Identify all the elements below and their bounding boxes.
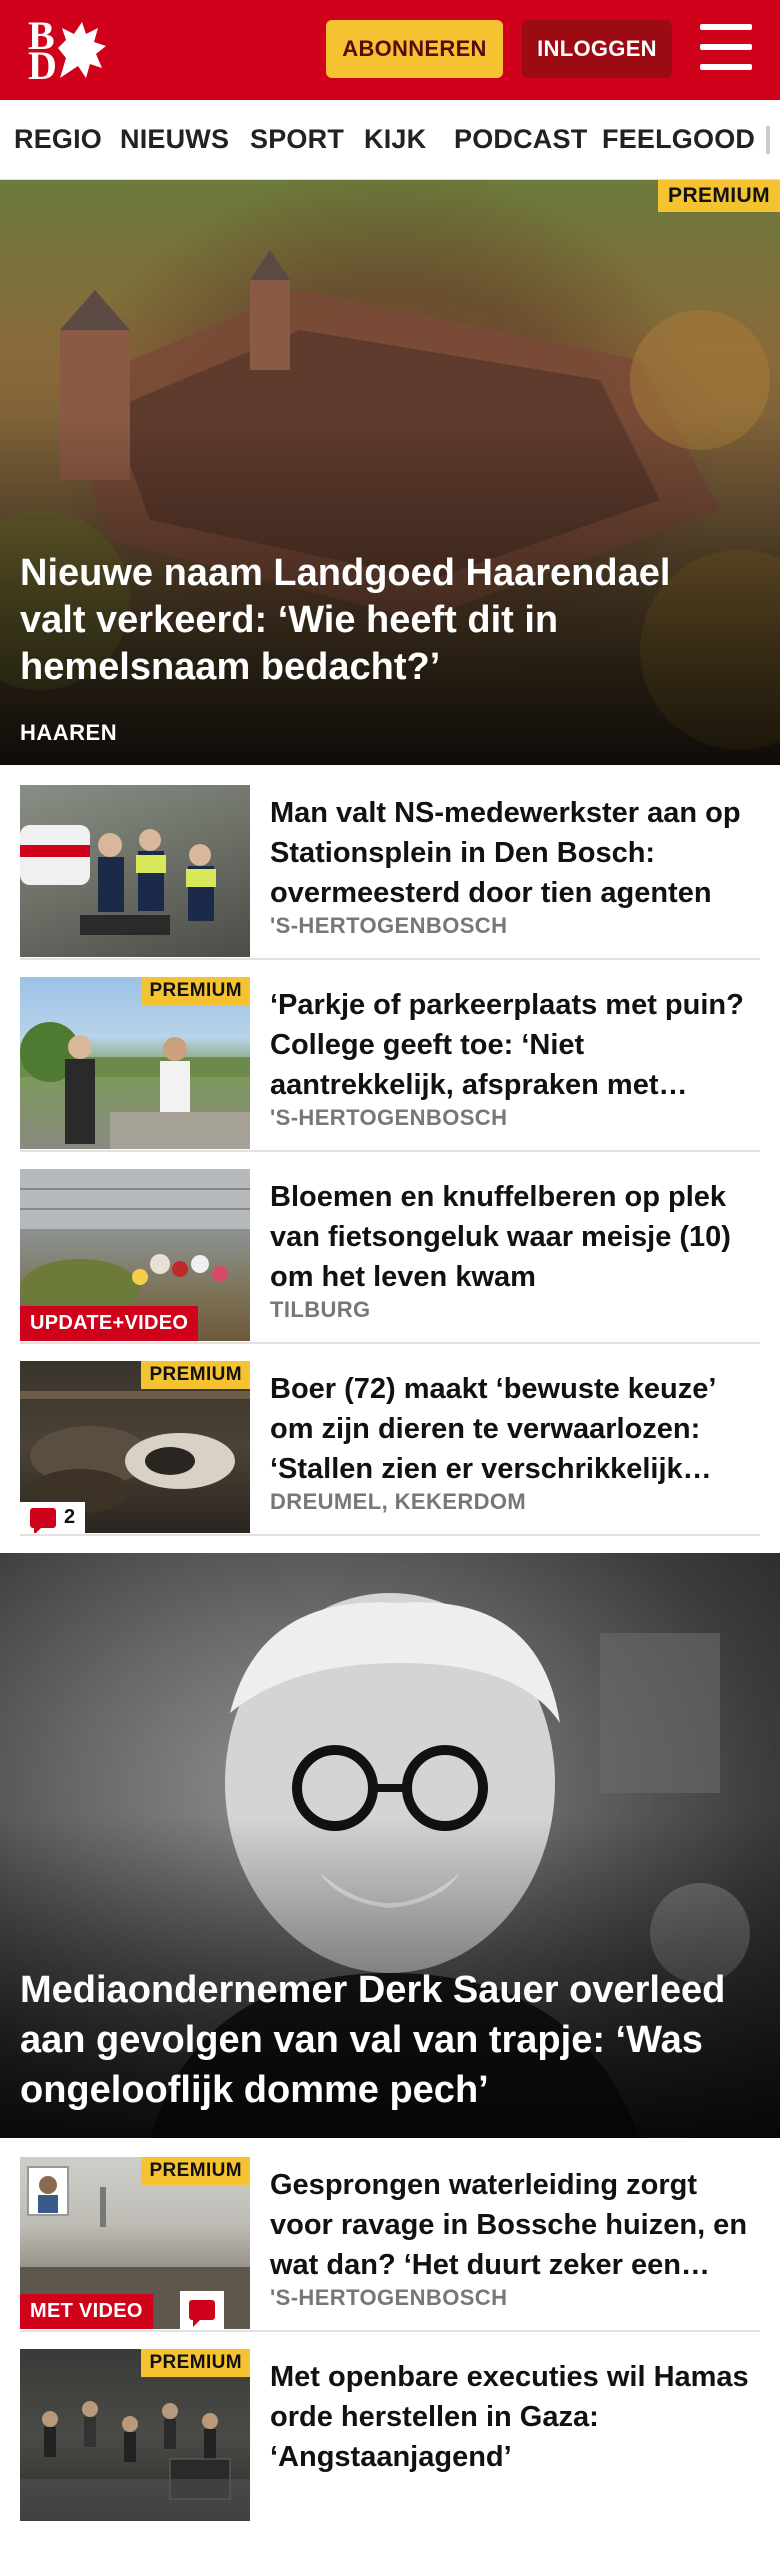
nav-item-podcast[interactable]: PODCAST — [454, 124, 587, 155]
list-item[interactable]: Man valt NS-medewerkster aan op Stations… — [20, 785, 760, 960]
nav-item-sport[interactable]: SPORT — [250, 124, 344, 155]
article-thumbnail: PREMIUM MET VIDEO — [20, 2157, 250, 2329]
article-title[interactable]: Bloemen en knuffelberen op plek van fiet… — [270, 1177, 750, 1297]
bd-logo[interactable]: B D — [26, 16, 116, 86]
list-item[interactable]: PREMIUM ‘Parkje of parkeerplaats met pui… — [20, 977, 760, 1152]
article-title[interactable]: Met openbare executies wil Hamas orde he… — [270, 2357, 750, 2477]
nav-item-kijk[interactable]: KIJK — [364, 124, 426, 155]
comment-count: 2 — [64, 1506, 76, 1528]
article-title[interactable]: ‘Parkje of parkeerplaats met puin? Colle… — [270, 985, 750, 1105]
hero-article[interactable]: Mediaondernemer Derk Sauer overleed aan … — [0, 1553, 780, 2138]
login-button[interactable]: INLOGGEN — [522, 20, 672, 78]
article-location: 'S-HERTOGENBOSCH — [270, 2285, 508, 2310]
premium-badge: PREMIUM — [141, 2157, 250, 2185]
nav-overflow-edge — [766, 126, 770, 154]
section-nav: REGIO NIEUWS SPORT KIJK PODCAST FEELGOOD — [0, 100, 780, 180]
hero-location: HAAREN — [20, 720, 118, 745]
article-thumbnail: UPDATE+VIDEO — [20, 1169, 250, 1341]
nav-item-feelgood[interactable]: FEELGOOD — [602, 124, 755, 155]
menu-icon[interactable] — [700, 24, 752, 70]
article-title[interactable]: Man valt NS-medewerkster aan op Stations… — [270, 793, 750, 913]
article-thumbnail: PREMIUM — [20, 2349, 250, 2521]
site-header: B D ABONNEREN INLOGGEN — [0, 0, 780, 100]
article-title[interactable]: Boer (72) maakt ‘bewuste keuze’ om zijn … — [270, 1369, 750, 1489]
hero-title[interactable]: Nieuwe naam Landgoed Haarendael valt ver… — [20, 550, 740, 691]
article-title[interactable]: Gesprongen waterleiding zorgt voor ravag… — [270, 2165, 750, 2285]
update-video-badge: UPDATE+VIDEO — [20, 1306, 199, 1341]
lion-emblem-icon — [58, 22, 106, 78]
article-thumbnail: PREMIUM — [20, 977, 250, 1149]
met-video-badge: MET VIDEO — [20, 2294, 153, 2329]
article-location: 'S-HERTOGENBOSCH — [270, 1105, 508, 1130]
list-item[interactable]: UPDATE+VIDEO Bloemen en knuffelberen op … — [20, 1169, 760, 1344]
article-location: DREUMEL, KEKERDOM — [270, 1489, 527, 1514]
comment-count-badge[interactable]: 2 — [20, 1502, 86, 1533]
subscribe-button[interactable]: ABONNEREN — [326, 20, 503, 78]
list-item[interactable]: PREMIUM MET VIDEO Gesprongen waterleidin… — [20, 2157, 760, 2332]
hero-article[interactable]: PREMIUM Nieuwe naam Landgoed Haarendael … — [0, 180, 780, 765]
premium-badge: PREMIUM — [658, 180, 780, 212]
nav-item-nieuws[interactable]: NIEUWS — [120, 124, 229, 155]
comment-icon — [30, 1507, 56, 1533]
premium-badge: PREMIUM — [141, 2349, 250, 2377]
article-location: 'S-HERTOGENBOSCH — [270, 913, 508, 938]
article-thumbnail — [20, 785, 250, 957]
nav-item-regio[interactable]: REGIO — [14, 124, 102, 155]
premium-badge: PREMIUM — [141, 977, 250, 1005]
comment-icon — [189, 2300, 215, 2327]
article-thumbnail: PREMIUM 2 — [20, 1361, 250, 1533]
premium-badge: PREMIUM — [141, 1361, 250, 1389]
list-item[interactable]: PREMIUM 2 Boer (72) maakt ‘bewuste keuze… — [20, 1361, 760, 1536]
list-item[interactable]: PREMIUM Met openbare executies wil Hamas… — [20, 2349, 760, 2521]
comment-button[interactable] — [180, 2291, 224, 2329]
article-location: TILBURG — [270, 1297, 371, 1322]
hero-title[interactable]: Mediaondernemer Derk Sauer overleed aan … — [20, 1965, 770, 2115]
